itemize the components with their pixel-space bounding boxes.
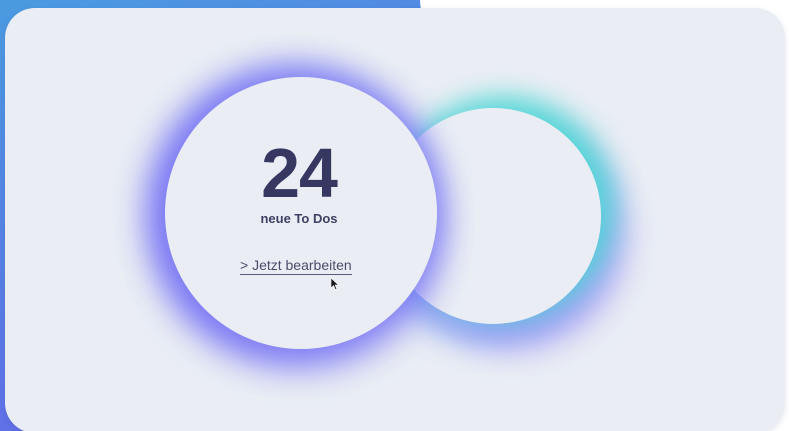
screen: 24 neue To Dos > Jetzt bearbeiten <box>0 0 789 431</box>
mouse-pointer-icon <box>331 278 340 290</box>
todo-card: 24 neue To Dos > Jetzt bearbeiten <box>5 8 785 431</box>
edit-now-link[interactable]: > Jetzt bearbeiten <box>240 257 352 275</box>
todo-count: 24 <box>261 134 338 212</box>
todo-subtitle: neue To Dos <box>260 211 338 226</box>
